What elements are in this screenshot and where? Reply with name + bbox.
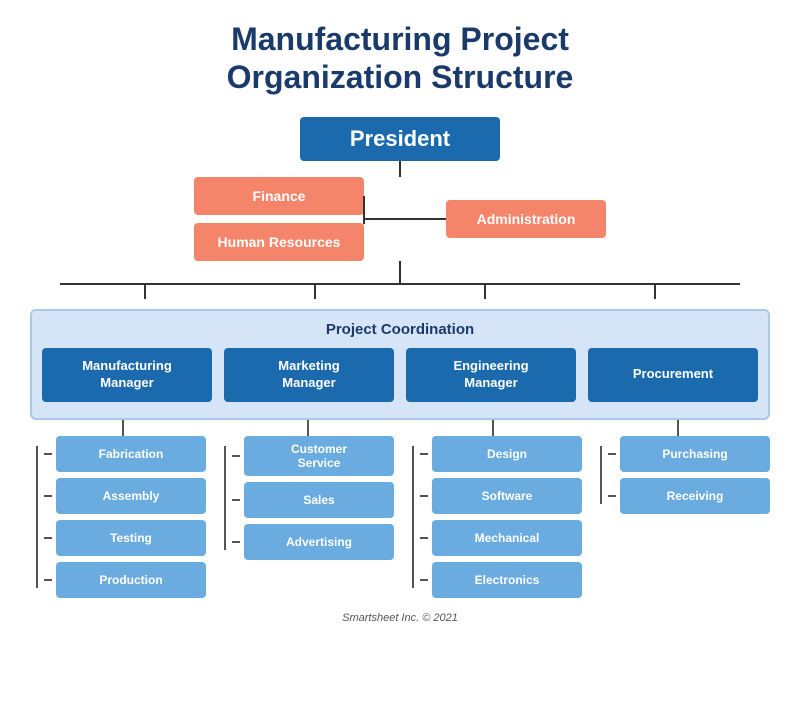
production-box: Production (56, 562, 206, 598)
mgr-tv-line-2 (314, 285, 316, 299)
manager-col-1: ManufacturingManager (42, 348, 212, 402)
hr-box: Human Resources (194, 223, 364, 261)
testing-row: Testing (44, 520, 206, 556)
assembly-row: Assembly (44, 478, 206, 514)
sales-row: Sales (232, 482, 394, 518)
sub-connect-col-2 (215, 420, 400, 436)
design-box: Design (432, 436, 582, 472)
software-box: Software (432, 478, 582, 514)
tc-line-3 (492, 420, 494, 436)
tc-line-4 (677, 420, 679, 436)
marketing-manager-box: MarketingManager (224, 348, 394, 402)
mgr-tv-3 (400, 285, 570, 299)
sub-connect-row (30, 420, 770, 436)
customer-service-box: CustomerService (244, 436, 394, 476)
finance-box: Finance (194, 177, 364, 215)
admin-box: Administration (446, 200, 606, 238)
sales-box: Sales (244, 482, 394, 518)
eng-sub-boxes: Design Software Mechanical Electronics (406, 436, 582, 598)
eng-sub-col: Design Software Mechanical Electronics (406, 436, 582, 598)
mkt-sub-col: CustomerService Sales Advertising (218, 436, 394, 598)
manager-col-4: Procurement (588, 348, 758, 402)
mgr-tv-line-3 (484, 285, 486, 299)
production-row: Production (44, 562, 206, 598)
pres-vert-line (399, 161, 401, 177)
staff-vert-connector (363, 196, 365, 224)
project-coord-label: Project Coordination (326, 321, 474, 338)
sub-connect-col-4 (585, 420, 770, 436)
design-row: Design (420, 436, 582, 472)
manufacturing-manager-box: ManufacturingManager (42, 348, 212, 402)
purchasing-row: Purchasing (608, 436, 770, 472)
tc-line-1 (122, 420, 124, 436)
president-box: President (300, 117, 500, 161)
mgr-tv-1 (60, 285, 230, 299)
mfg-sub-boxes: Fabrication Assembly Testing Production (30, 436, 206, 598)
manager-col-3: EngineeringManager (406, 348, 576, 402)
mechanical-box: Mechanical (432, 520, 582, 556)
tc-line-2 (307, 420, 309, 436)
sub-connect-col-3 (400, 420, 585, 436)
advertising-box: Advertising (244, 524, 394, 560)
manager-col-2: MarketingManager (224, 348, 394, 402)
sub-connect-col-1 (30, 420, 215, 436)
assembly-box: Assembly (56, 478, 206, 514)
project-coord-area: Project Coordination ManufacturingManage… (30, 309, 770, 420)
software-row: Software (420, 478, 582, 514)
footer: Smartsheet Inc. © 2021 (342, 612, 458, 624)
advertising-row: Advertising (232, 524, 394, 560)
mgr-tv-4 (570, 285, 740, 299)
proc-sub-col: Purchasing Receiving (594, 436, 770, 598)
pres-to-mgr-vert (399, 261, 401, 283)
staff-left-col: Finance Human Resources (194, 177, 364, 261)
mkt-sub-boxes: CustomerService Sales Advertising (218, 436, 394, 560)
fabrication-box: Fabrication (56, 436, 206, 472)
purchasing-box: Purchasing (620, 436, 770, 472)
fabrication-row: Fabrication (44, 436, 206, 472)
mgr-top-verts (60, 285, 740, 299)
electronics-row: Electronics (420, 562, 582, 598)
mgr-tv-2 (230, 285, 400, 299)
pres-connector (20, 161, 780, 177)
mgr-tv-line-4 (654, 285, 656, 299)
proc-sub-boxes: Purchasing Receiving (594, 436, 770, 514)
mgr-tv-line-1 (144, 285, 146, 299)
staff-row: Finance Human Resources Administration (20, 177, 780, 261)
mechanical-row: Mechanical (420, 520, 582, 556)
president-row: President (300, 117, 500, 161)
engineering-manager-box: EngineeringManager (406, 348, 576, 402)
org-chart: Manufacturing Project Organization Struc… (20, 20, 780, 624)
receiving-box: Receiving (620, 478, 770, 514)
procurement-box: Procurement (588, 348, 758, 402)
mfg-sub-col: Fabrication Assembly Testing Production (30, 436, 206, 598)
testing-box: Testing (56, 520, 206, 556)
staff-h-line (366, 218, 446, 220)
receiving-row: Receiving (608, 478, 770, 514)
electronics-box: Electronics (432, 562, 582, 598)
chart-title: Manufacturing Project Organization Struc… (227, 20, 574, 97)
sub-area: Fabrication Assembly Testing Production … (30, 436, 770, 598)
customer-service-row: CustomerService (232, 436, 394, 476)
pres-to-mgr-conn (20, 261, 780, 283)
managers-row: ManufacturingManager MarketingManager En… (42, 348, 758, 402)
